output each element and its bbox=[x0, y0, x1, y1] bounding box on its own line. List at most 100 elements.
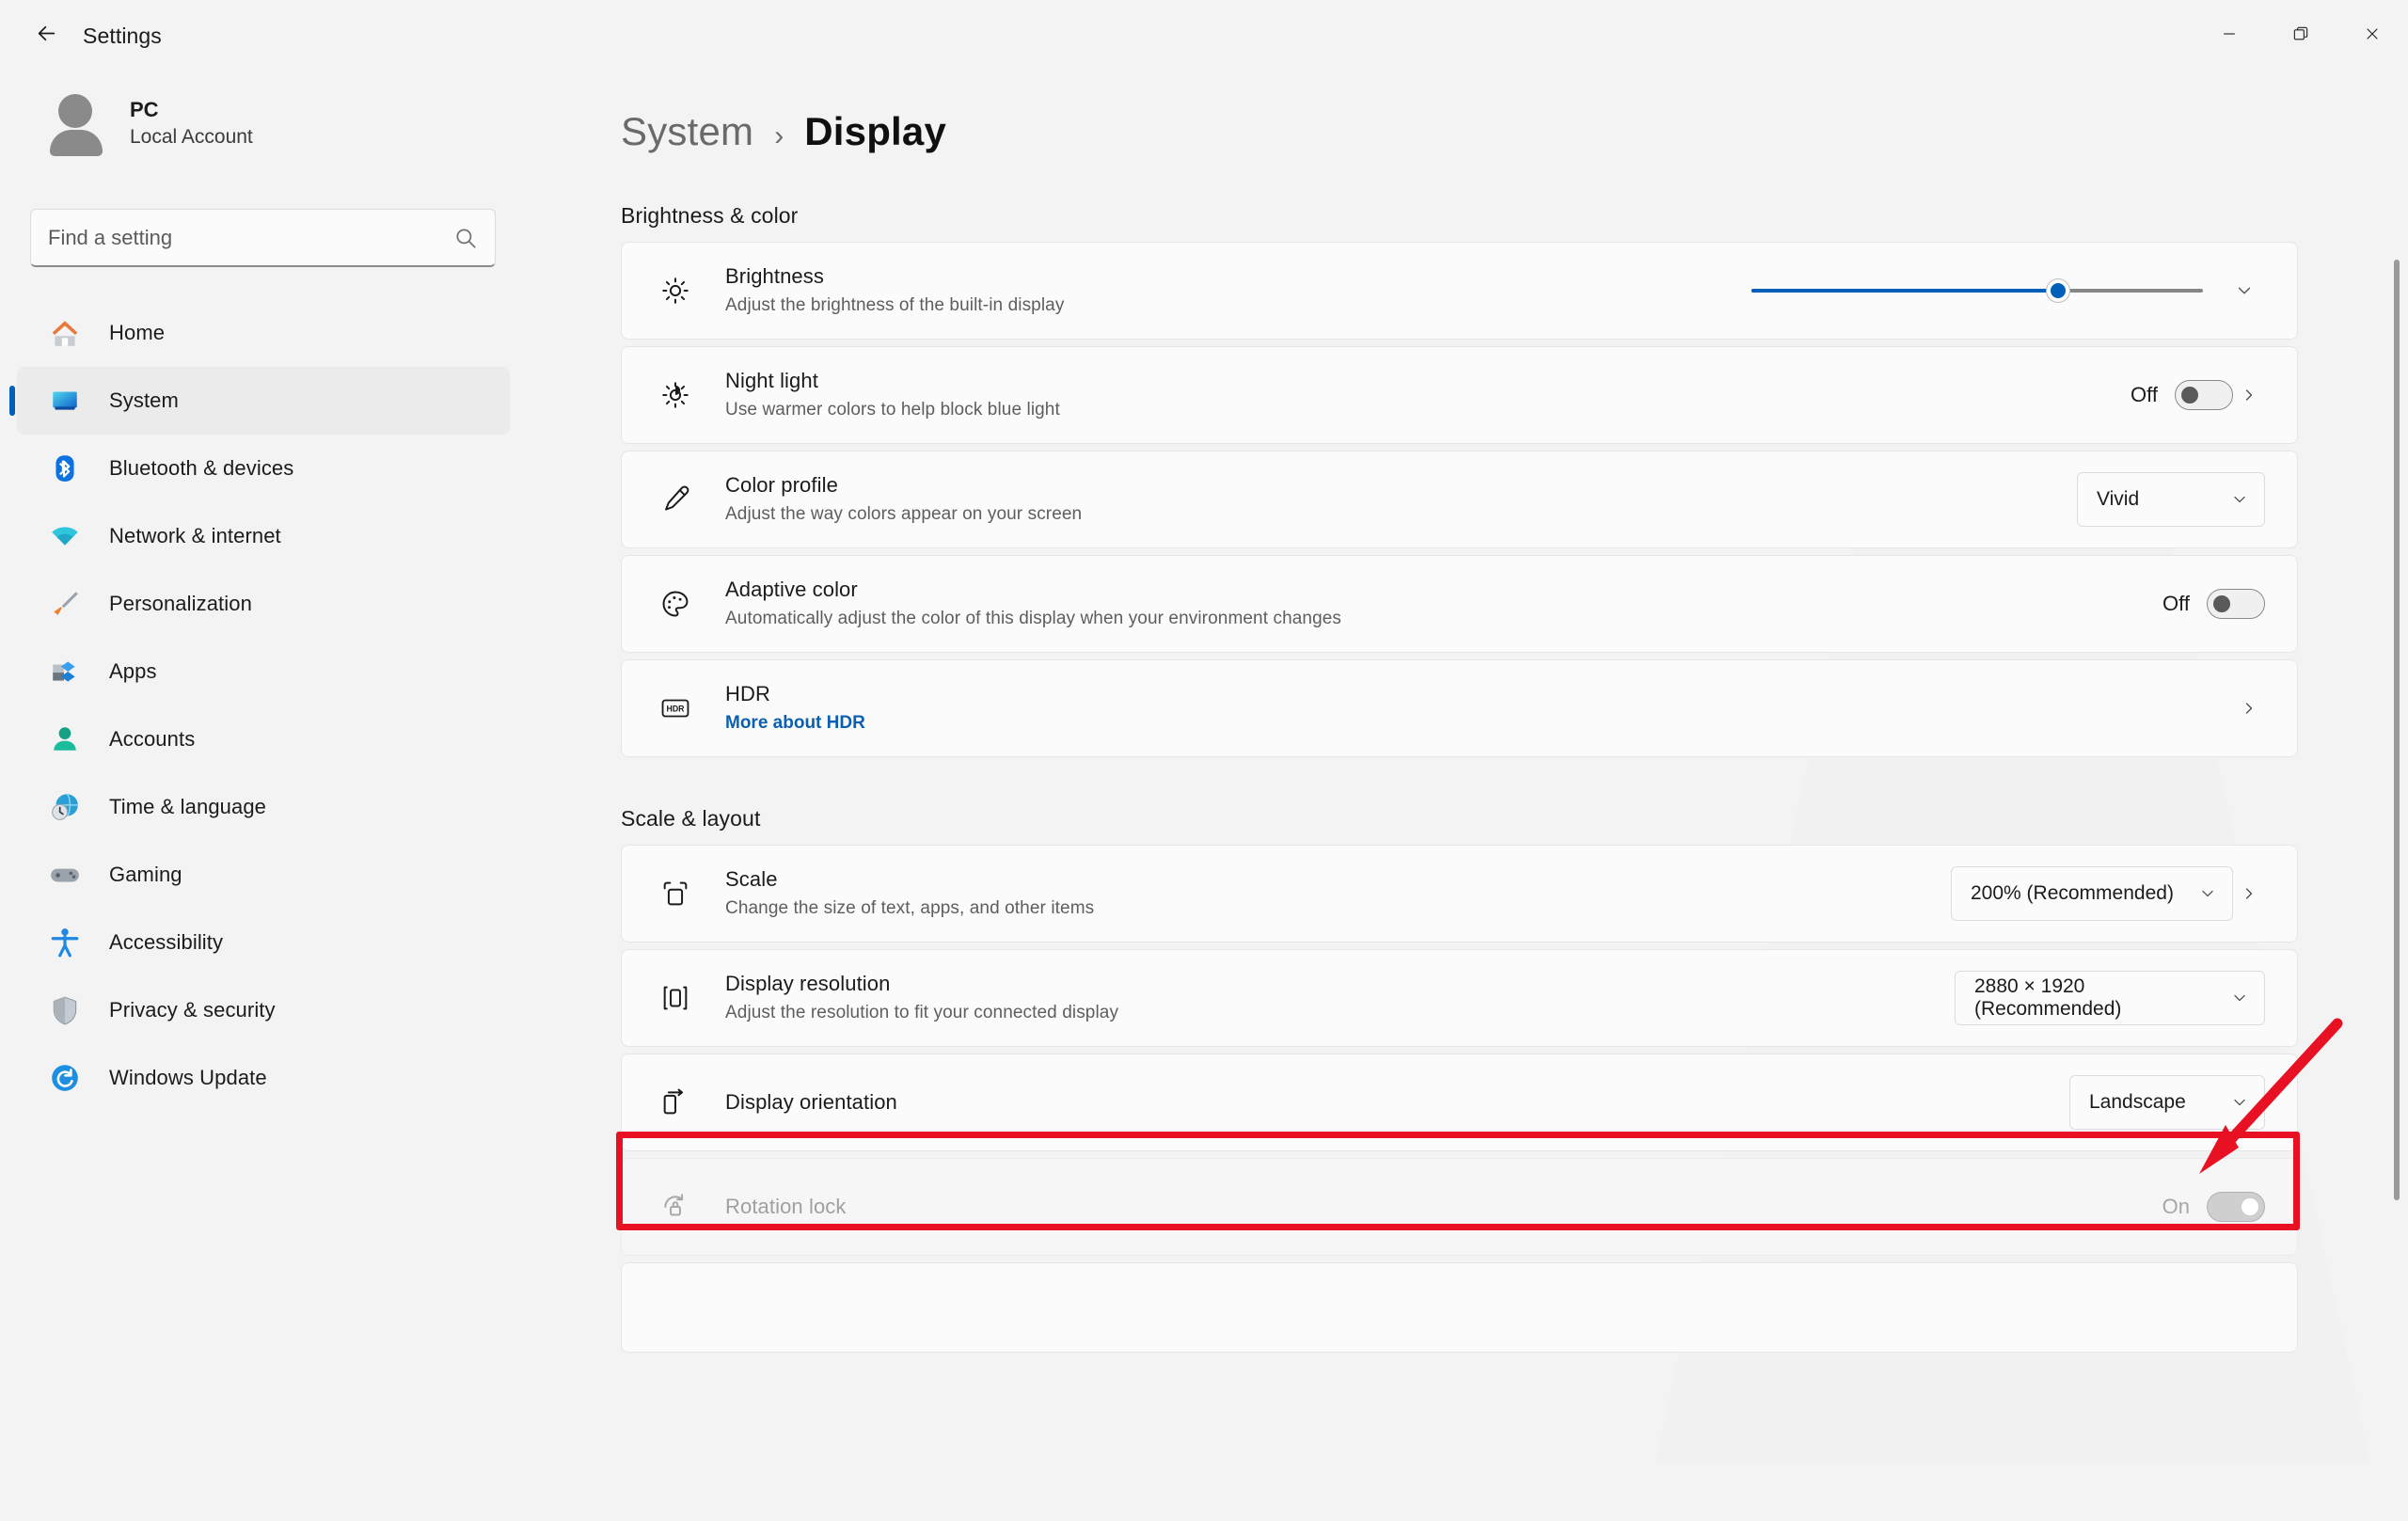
sidebar-item-label: Gaming bbox=[109, 863, 182, 886]
sidebar-item-gaming[interactable]: Gaming bbox=[17, 841, 510, 909]
sidebar-item-accessibility[interactable]: Accessibility bbox=[17, 909, 510, 976]
accessibility-icon bbox=[45, 923, 85, 962]
sidebar-item-time-language[interactable]: Time & language bbox=[17, 773, 510, 841]
bluetooth-icon bbox=[45, 449, 85, 488]
display-orientation-row[interactable]: Display orientation Landscape bbox=[621, 1054, 2298, 1151]
sidebar-item-apps[interactable]: Apps bbox=[17, 638, 510, 705]
display-resolution-value: 2880 × 1920 (Recommended) bbox=[1974, 975, 2122, 1020]
night-light-row[interactable]: Night light Use warmer colors to help bl… bbox=[621, 346, 2298, 444]
display-orientation-icon bbox=[650, 1077, 701, 1128]
content-scrollbar[interactable] bbox=[2393, 260, 2400, 1200]
chevron-down-icon bbox=[2230, 1093, 2249, 1112]
back-button[interactable] bbox=[19, 12, 73, 59]
system-icon bbox=[45, 381, 85, 420]
display-orientation-value: Landscape bbox=[2089, 1091, 2186, 1113]
night-light-icon bbox=[650, 370, 701, 420]
breadcrumb-separator-icon: › bbox=[774, 120, 784, 151]
chevron-down-icon[interactable] bbox=[2224, 280, 2265, 301]
chevron-down-icon bbox=[2230, 989, 2249, 1007]
page-title: Display bbox=[804, 109, 947, 153]
sidebar-item-label: Accessibility bbox=[109, 930, 224, 954]
close-button[interactable] bbox=[2337, 0, 2408, 71]
scale-value: 200% (Recommended) bbox=[1971, 882, 2174, 904]
adaptive-color-toggle[interactable] bbox=[2207, 589, 2265, 619]
home-icon bbox=[45, 313, 85, 353]
adaptive-color-row[interactable]: Adaptive color Automatically adjust the … bbox=[621, 555, 2298, 653]
breadcrumb-parent[interactable]: System bbox=[621, 109, 753, 154]
search-box[interactable] bbox=[30, 209, 496, 267]
minimize-button[interactable] bbox=[2194, 0, 2265, 71]
adaptive-color-icon bbox=[650, 578, 701, 629]
personalization-icon bbox=[45, 584, 85, 624]
sidebar-item-label: Network & internet bbox=[109, 524, 281, 547]
section-heading-scale-layout: Scale & layout bbox=[621, 806, 761, 831]
row-title: Display orientation bbox=[725, 1089, 897, 1114]
adaptive-color-state: Off bbox=[2162, 592, 2190, 615]
scale-row[interactable]: Scale Change the size of text, apps, and… bbox=[621, 845, 2298, 943]
rotation-lock-icon bbox=[650, 1181, 701, 1232]
display-orientation-dropdown[interactable]: Landscape bbox=[2069, 1075, 2265, 1130]
scale-layout-group: Scale Change the size of text, apps, and… bbox=[621, 845, 2298, 1353]
network-icon bbox=[45, 516, 85, 556]
apps-icon bbox=[45, 652, 85, 691]
breadcrumb: System › Display bbox=[527, 71, 2408, 154]
scale-dropdown[interactable]: 200% (Recommended) bbox=[1951, 866, 2233, 921]
display-resolution-dropdown[interactable]: 2880 × 1920 (Recommended) bbox=[1955, 971, 2265, 1025]
search-input[interactable] bbox=[48, 225, 453, 250]
row-subtitle: Adjust the brightness of the built-in di… bbox=[725, 295, 1065, 316]
minimize-icon bbox=[2220, 24, 2239, 48]
account-name: PC bbox=[130, 97, 159, 121]
sidebar-item-label: Apps bbox=[109, 659, 157, 683]
sidebar-item-windows-update[interactable]: Windows Update bbox=[17, 1044, 510, 1112]
chevron-down-icon bbox=[2198, 884, 2217, 903]
hdr-icon: HDR bbox=[650, 683, 701, 734]
maximize-button[interactable] bbox=[2265, 0, 2337, 71]
scrollbar-thumb[interactable] bbox=[2394, 260, 2400, 1200]
sidebar: PC Local Account Home bbox=[0, 71, 527, 1521]
display-resolution-icon bbox=[650, 973, 701, 1023]
color-profile-dropdown[interactable]: Vivid bbox=[2077, 472, 2265, 527]
night-light-state: Off bbox=[2131, 383, 2158, 406]
sidebar-item-label: Bluetooth & devices bbox=[109, 456, 294, 480]
color-profile-row[interactable]: Color profile Adjust the way colors appe… bbox=[621, 451, 2298, 548]
gaming-icon bbox=[45, 855, 85, 895]
row-title: Color profile bbox=[725, 472, 838, 497]
brightness-slider[interactable] bbox=[1751, 275, 2203, 307]
sidebar-item-bluetooth-devices[interactable]: Bluetooth & devices bbox=[17, 435, 510, 502]
restore-icon bbox=[2291, 24, 2310, 48]
next-row-partial[interactable] bbox=[621, 1262, 2298, 1353]
account-summary[interactable]: PC Local Account bbox=[0, 71, 527, 175]
sidebar-item-home[interactable]: Home bbox=[17, 299, 510, 367]
hdr-learn-more-link[interactable]: More about HDR bbox=[725, 712, 2233, 736]
chevron-right-icon[interactable] bbox=[2233, 699, 2265, 718]
sidebar-item-label: Personalization bbox=[109, 592, 252, 615]
row-title: HDR bbox=[725, 681, 770, 705]
chevron-right-icon[interactable] bbox=[2233, 884, 2265, 903]
row-title: Adaptive color bbox=[725, 577, 858, 601]
close-icon bbox=[2363, 24, 2382, 48]
night-light-toggle[interactable] bbox=[2175, 380, 2233, 410]
brightness-slider-thumb[interactable] bbox=[2047, 279, 2070, 302]
brightness-icon bbox=[650, 265, 701, 316]
content-pane: System › Display Brightness & color Brig… bbox=[527, 71, 2408, 1521]
brightness-row[interactable]: Brightness Adjust the brightness of the … bbox=[621, 242, 2298, 340]
row-subtitle: Use warmer colors to help block blue lig… bbox=[725, 400, 1060, 420]
accounts-icon bbox=[45, 720, 85, 759]
row-title: Scale bbox=[725, 866, 778, 891]
chevron-right-icon[interactable] bbox=[2233, 386, 2265, 404]
brightness-color-group: Brightness Adjust the brightness of the … bbox=[621, 242, 2298, 757]
hdr-row[interactable]: HDR HDR More about HDR bbox=[621, 659, 2298, 757]
sidebar-item-label: Home bbox=[109, 321, 166, 344]
sidebar-item-system[interactable]: System bbox=[9, 367, 510, 435]
rotation-lock-row: Rotation lock On bbox=[621, 1158, 2298, 1256]
display-resolution-row[interactable]: Display resolution Adjust the resolution… bbox=[621, 949, 2298, 1047]
row-subtitle: Change the size of text, apps, and other… bbox=[725, 898, 1095, 919]
sidebar-item-network-internet[interactable]: Network & internet bbox=[17, 502, 510, 570]
svg-text:HDR: HDR bbox=[667, 704, 686, 713]
window-controls bbox=[2194, 0, 2408, 71]
sidebar-item-privacy-security[interactable]: Privacy & security bbox=[17, 976, 510, 1044]
rotation-lock-toggle bbox=[2207, 1192, 2265, 1222]
sidebar-item-accounts[interactable]: Accounts bbox=[17, 705, 510, 773]
sidebar-item-personalization[interactable]: Personalization bbox=[17, 570, 510, 638]
app-title: Settings bbox=[83, 23, 162, 48]
